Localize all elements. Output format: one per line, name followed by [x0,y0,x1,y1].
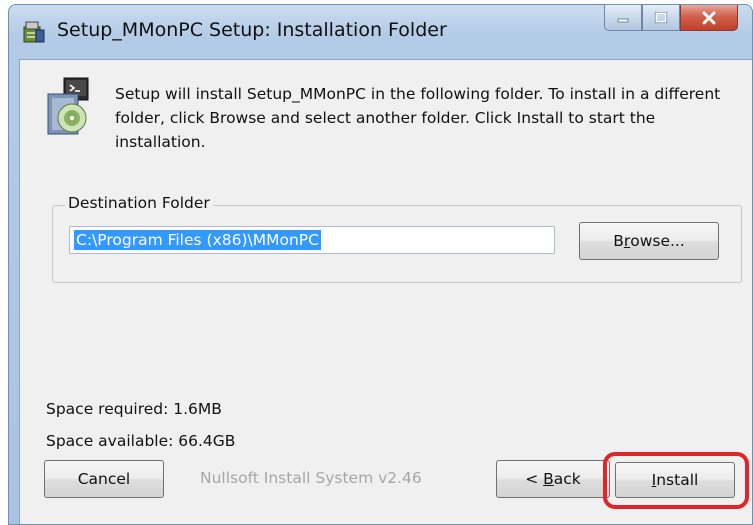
destination-path-input[interactable]: C:\Program Files (x86)\MMonPC [69,226,555,254]
destination-path-text: C:\Program Files (x86)\MMonPC [74,230,321,250]
nsis-branding: Nullsoft Install System v2.46 [200,469,422,487]
back-label-pre: < [525,470,544,488]
destination-folder-group: Destination Folder C:\Program Files (x86… [52,194,742,283]
window-title: Setup_MMonPC Setup: Installation Folder [57,19,447,41]
install-highlight-annotation [603,452,749,509]
space-required: Space required: 1.6MB [46,400,222,418]
browse-label-post: owse... [630,232,685,250]
cancel-label: Cancel [77,470,131,488]
space-available: Space available: 66.4GB [46,432,236,450]
back-button[interactable]: < Back [496,460,610,498]
installer-package-icon [23,21,45,43]
title-bar[interactable]: Setup_MMonPC Setup: Installation Folder [9,5,752,59]
minimize-icon [617,18,629,22]
close-button[interactable] [680,5,738,31]
browse-label-pre: B [613,232,624,250]
back-label-post: ack [553,470,581,488]
close-icon [702,11,716,24]
browse-button[interactable]: Br owse... [579,222,719,260]
maximize-button[interactable] [642,5,680,31]
installer-window: Setup_MMonPC Setup: Installation Folder [8,4,753,525]
cancel-button[interactable]: Cancel [44,460,164,498]
dialog-body: Setup will install Setup_MMonPC in the f… [19,59,752,524]
destination-folder-label: Destination Folder [65,194,213,212]
minimize-button[interactable] [604,5,642,31]
installer-disc-icon [47,77,89,135]
maximize-icon [654,11,668,23]
back-label-accel: B [543,470,554,488]
caption-buttons [604,5,738,33]
setup-description: Setup will install Setup_MMonPC in the f… [115,85,721,151]
